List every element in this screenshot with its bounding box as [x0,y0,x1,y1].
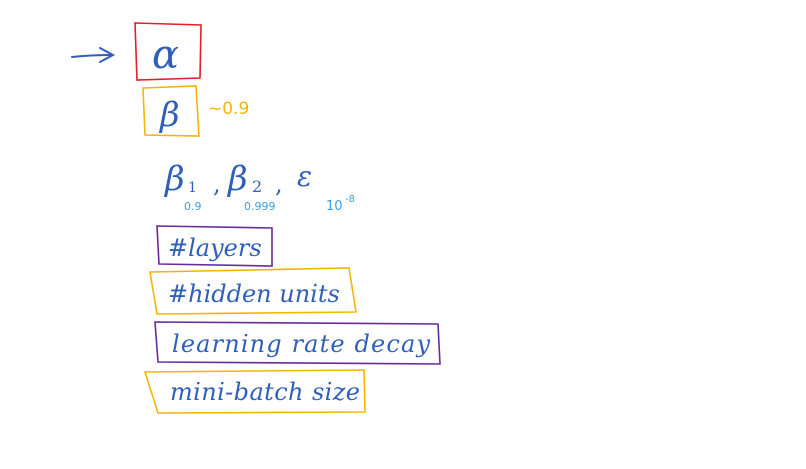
epsilon-exponent: -8 [345,194,355,205]
drawing-canvas: α β ~0.9 β 1 0.9 , β 2 0.999 , ε 10 -8 #… [71,22,441,414]
hidden-units-label: #hidden units [168,280,340,308]
beta1-subscript: 1 [188,180,197,196]
beta-label: β [158,95,180,135]
beta2-subscript: 2 [252,177,262,196]
beta1-label: β [163,159,185,199]
arrow-icon [71,47,116,63]
mini-batch-label: mini-batch size [170,378,360,406]
alpha-label: α [152,32,179,78]
layers-label: #layers [168,234,262,262]
epsilon-label: ε [297,160,312,193]
beta1-value: 0.9 [184,200,202,213]
whiteboard: α β ~0.9 β 1 0.9 , β 2 0.999 , ε 10 -8 #… [0,0,806,469]
beta2-value: 0.999 [244,200,276,213]
beta2-label: β [226,159,248,199]
beta-value: ~0.9 [208,99,249,119]
lr-decay-label: learning rate decay [172,330,430,358]
separator-2: , [275,170,283,198]
epsilon-value: 10 [326,199,343,214]
separator-1: , [213,170,221,198]
